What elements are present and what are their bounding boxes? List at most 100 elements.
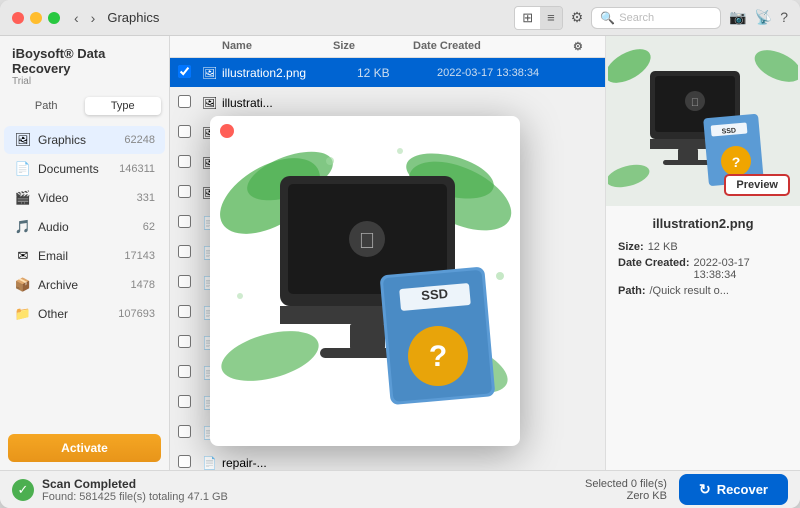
- list-view-button[interactable]: ≡: [540, 7, 562, 29]
- sidebar-header: iBoysoft® Data Recovery Trial: [0, 36, 169, 91]
- minimize-button[interactable]: [30, 12, 42, 24]
- sidebar-label-audio: Audio: [38, 220, 143, 234]
- title-bar: ‹ › Graphics ⊞ ≡ ⚙ 🔍 Search 📷 📡 ?: [0, 0, 800, 36]
- sidebar-label-video: Video: [38, 191, 137, 205]
- sidebar-item-other[interactable]: 📁 Other 107693: [4, 300, 165, 328]
- overlay-preview:  ? SSD: [210, 116, 520, 446]
- sidebar-item-documents[interactable]: 📄 Documents 146311: [4, 155, 165, 183]
- tab-type[interactable]: Type: [85, 97, 162, 115]
- sidebar-item-email[interactable]: ✉ Email 17143: [4, 242, 165, 270]
- grid-view-button[interactable]: ⊞: [515, 7, 540, 29]
- traffic-lights: [12, 12, 60, 24]
- path-label: Path:: [618, 285, 646, 297]
- preview-info: illustration2.png Size: 12 KB Date Creat…: [606, 206, 800, 311]
- toolbar-icons: 📷 📡 ?: [729, 9, 788, 26]
- row-checkbox[interactable]: [178, 185, 191, 198]
- video-icon: 🎬: [14, 189, 32, 207]
- sidebar-count-archive: 1478: [131, 279, 155, 291]
- sidebar-label-graphics: Graphics: [38, 133, 124, 147]
- preview-panel:  ? SSD Preview illustration2.png: [605, 36, 800, 470]
- tab-path[interactable]: Path: [8, 97, 85, 115]
- sidebar-count-email: 17143: [124, 250, 155, 262]
- file-size: 12 KB: [357, 66, 437, 80]
- maximize-button[interactable]: [48, 12, 60, 24]
- archive-icon: 📦: [14, 276, 32, 294]
- overlay-close-button[interactable]: [220, 124, 234, 138]
- check-column: [178, 40, 202, 53]
- row-checkbox[interactable]: [178, 335, 191, 348]
- email-icon: ✉: [14, 247, 32, 265]
- preview-date-row: Date Created: 2022-03-17 13:38:34: [618, 257, 788, 281]
- audio-icon: 🎵: [14, 218, 32, 236]
- window-title: Graphics: [107, 10, 514, 25]
- sidebar-item-graphics[interactable]: 🖼 Graphics 62248: [4, 126, 165, 154]
- row-checkbox[interactable]: [178, 395, 191, 408]
- recover-button[interactable]: ↻ Recover: [679, 474, 788, 505]
- app-name: iBoysoft® Data Recovery: [12, 46, 157, 76]
- sidebar-tabs: Path Type: [0, 91, 169, 121]
- row-checkbox[interactable]: [178, 365, 191, 378]
- svg-text:?: ?: [429, 340, 447, 373]
- sidebar-count-audio: 62: [143, 221, 155, 233]
- scan-detail: Found: 581425 file(s) totaling 47.1 GB: [42, 491, 228, 503]
- row-checkbox[interactable]: [178, 215, 191, 228]
- activate-button[interactable]: Activate: [8, 434, 161, 462]
- graphics-icon: 🖼: [14, 131, 32, 149]
- search-placeholder: Search: [619, 12, 654, 24]
- app-window: ‹ › Graphics ⊞ ≡ ⚙ 🔍 Search 📷 📡 ?: [0, 0, 800, 508]
- selected-size-label: Zero KB: [585, 490, 667, 502]
- wifi-icon[interactable]: 📡: [755, 9, 772, 26]
- svg-text:SSD: SSD: [421, 286, 449, 303]
- size-value: 12 KB: [648, 241, 678, 253]
- sidebar-item-archive[interactable]: 📦 Archive 1478: [4, 271, 165, 299]
- file-date: 2022-03-17 13:38:34: [437, 67, 597, 79]
- row-checkbox[interactable]: [178, 65, 191, 78]
- close-button[interactable]: [12, 12, 24, 24]
- scan-complete-label: Scan Completed: [42, 477, 228, 491]
- documents-icon: 📄: [14, 160, 32, 178]
- search-box[interactable]: 🔍 Search: [591, 7, 721, 29]
- date-value: 2022-03-17 13:38:34: [694, 257, 788, 281]
- selected-files-label: Selected 0 file(s): [585, 478, 667, 490]
- sidebar-activate: Activate: [8, 434, 161, 462]
- icon-column: [202, 40, 222, 53]
- row-checkbox[interactable]: [178, 425, 191, 438]
- recover-icon: ↻: [699, 481, 711, 498]
- preview-path-row: Path: /Quick result o...: [618, 285, 788, 297]
- sidebar-count-video: 331: [137, 192, 155, 204]
- help-icon[interactable]: ?: [780, 9, 788, 26]
- app-subtitle: Trial: [12, 76, 157, 87]
- row-checkbox[interactable]: [178, 95, 191, 108]
- preview-filename: illustration2.png: [618, 216, 788, 231]
- sidebar-label-archive: Archive: [38, 278, 131, 292]
- name-column: Name: [222, 40, 333, 53]
- svg-text:: : [359, 228, 376, 253]
- sidebar-item-audio[interactable]: 🎵 Audio 62: [4, 213, 165, 241]
- imac-illustration:  ? SSD: [210, 116, 520, 446]
- row-checkbox[interactable]: [178, 305, 191, 318]
- forward-button[interactable]: ›: [87, 8, 100, 28]
- row-checkbox[interactable]: [178, 155, 191, 168]
- status-bar: ✓ Scan Completed Found: 581425 file(s) t…: [0, 470, 800, 508]
- recover-label: Recover: [717, 482, 768, 497]
- main-content: iBoysoft® Data Recovery Trial Path Type …: [0, 36, 800, 470]
- size-label: Size:: [618, 241, 644, 253]
- row-checkbox[interactable]: [178, 275, 191, 288]
- table-row[interactable]: 🖼 illustration2.png 12 KB 2022-03-17 13:…: [170, 58, 605, 88]
- preview-button[interactable]: Preview: [724, 174, 790, 196]
- row-checkbox[interactable]: [178, 125, 191, 138]
- filter-button[interactable]: ⚙: [571, 9, 584, 26]
- sidebar-item-video[interactable]: 🎬 Video 331: [4, 184, 165, 212]
- date-label: Date Created:: [618, 257, 690, 281]
- back-button[interactable]: ‹: [70, 8, 83, 28]
- preview-size-row: Size: 12 KB: [618, 241, 788, 253]
- row-checkbox[interactable]: [178, 245, 191, 258]
- camera-icon[interactable]: 📷: [729, 9, 746, 26]
- sidebar-label-email: Email: [38, 249, 124, 263]
- nav-buttons: ‹ ›: [70, 8, 99, 28]
- table-row[interactable]: 📄 repair-...: [170, 448, 605, 470]
- scan-status: Scan Completed Found: 581425 file(s) tot…: [42, 477, 228, 503]
- row-checkbox[interactable]: [178, 455, 191, 468]
- table-row[interactable]: 🖼 illustrati...: [170, 88, 605, 118]
- path-value: /Quick result o...: [650, 285, 729, 297]
